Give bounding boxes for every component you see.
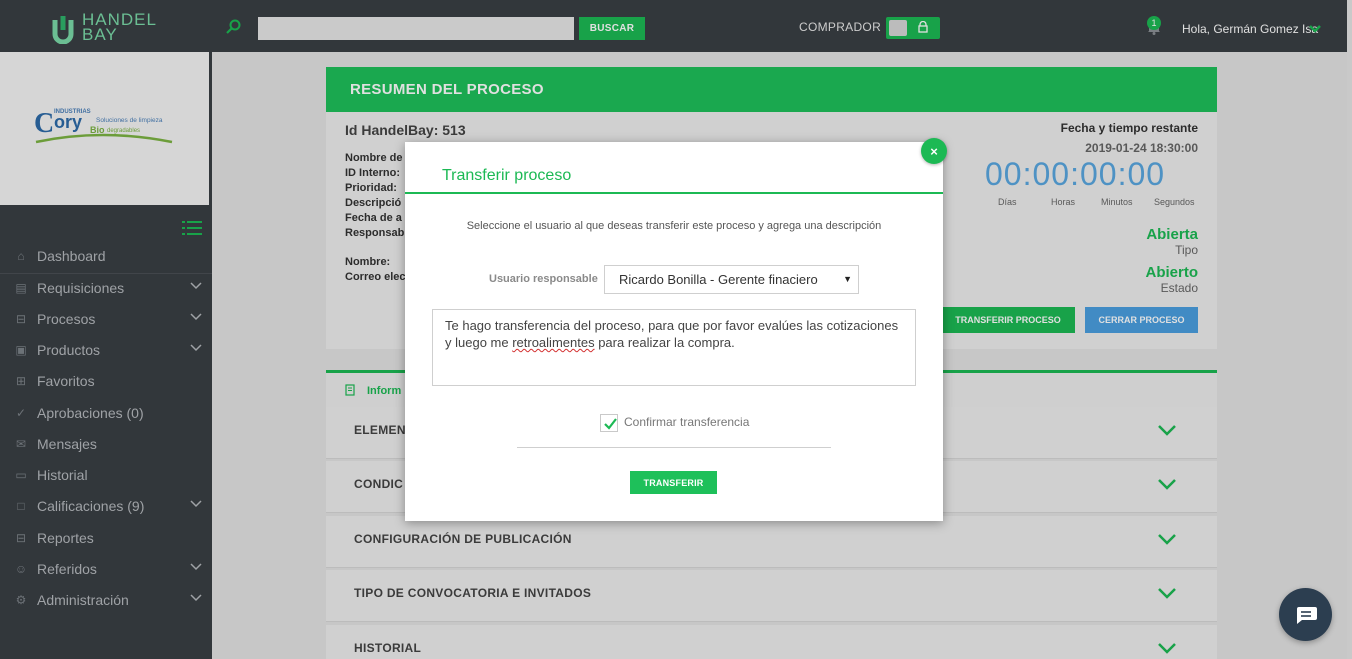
message-text: para realizar la compra. [594, 335, 735, 350]
divider [517, 447, 831, 448]
close-icon[interactable]: × [921, 138, 947, 164]
transfer-submit-button[interactable]: TRANSFERIR [630, 471, 717, 494]
chat-icon [1296, 606, 1317, 624]
responsible-user-label: Usuario responsable [489, 273, 598, 285]
confirm-transfer-label[interactable]: Confirmar transferencia [624, 415, 749, 429]
checkmark-icon [604, 418, 617, 430]
transfer-process-modal: Transferir proceso Seleccione el usuario… [405, 142, 943, 521]
selected-user: Ricardo Bonilla - Gerente finaciero [619, 272, 818, 287]
chat-launcher-button[interactable] [1279, 588, 1332, 641]
dropdown-arrow-icon: ▼ [843, 274, 852, 284]
transfer-description-textarea[interactable]: Te hago transferencia del proceso, para … [432, 309, 916, 386]
responsible-user-select[interactable]: Ricardo Bonilla - Gerente finaciero ▼ [604, 265, 859, 294]
modal-divider [405, 192, 943, 194]
modal-title: Transferir proceso [442, 167, 572, 184]
modal-description: Seleccione el usuario al que deseas tran… [466, 220, 882, 232]
misspelled-word: retroalimentes [512, 335, 595, 350]
confirm-transfer-checkbox[interactable] [600, 414, 618, 432]
scrollbar[interactable] [1347, 0, 1352, 659]
